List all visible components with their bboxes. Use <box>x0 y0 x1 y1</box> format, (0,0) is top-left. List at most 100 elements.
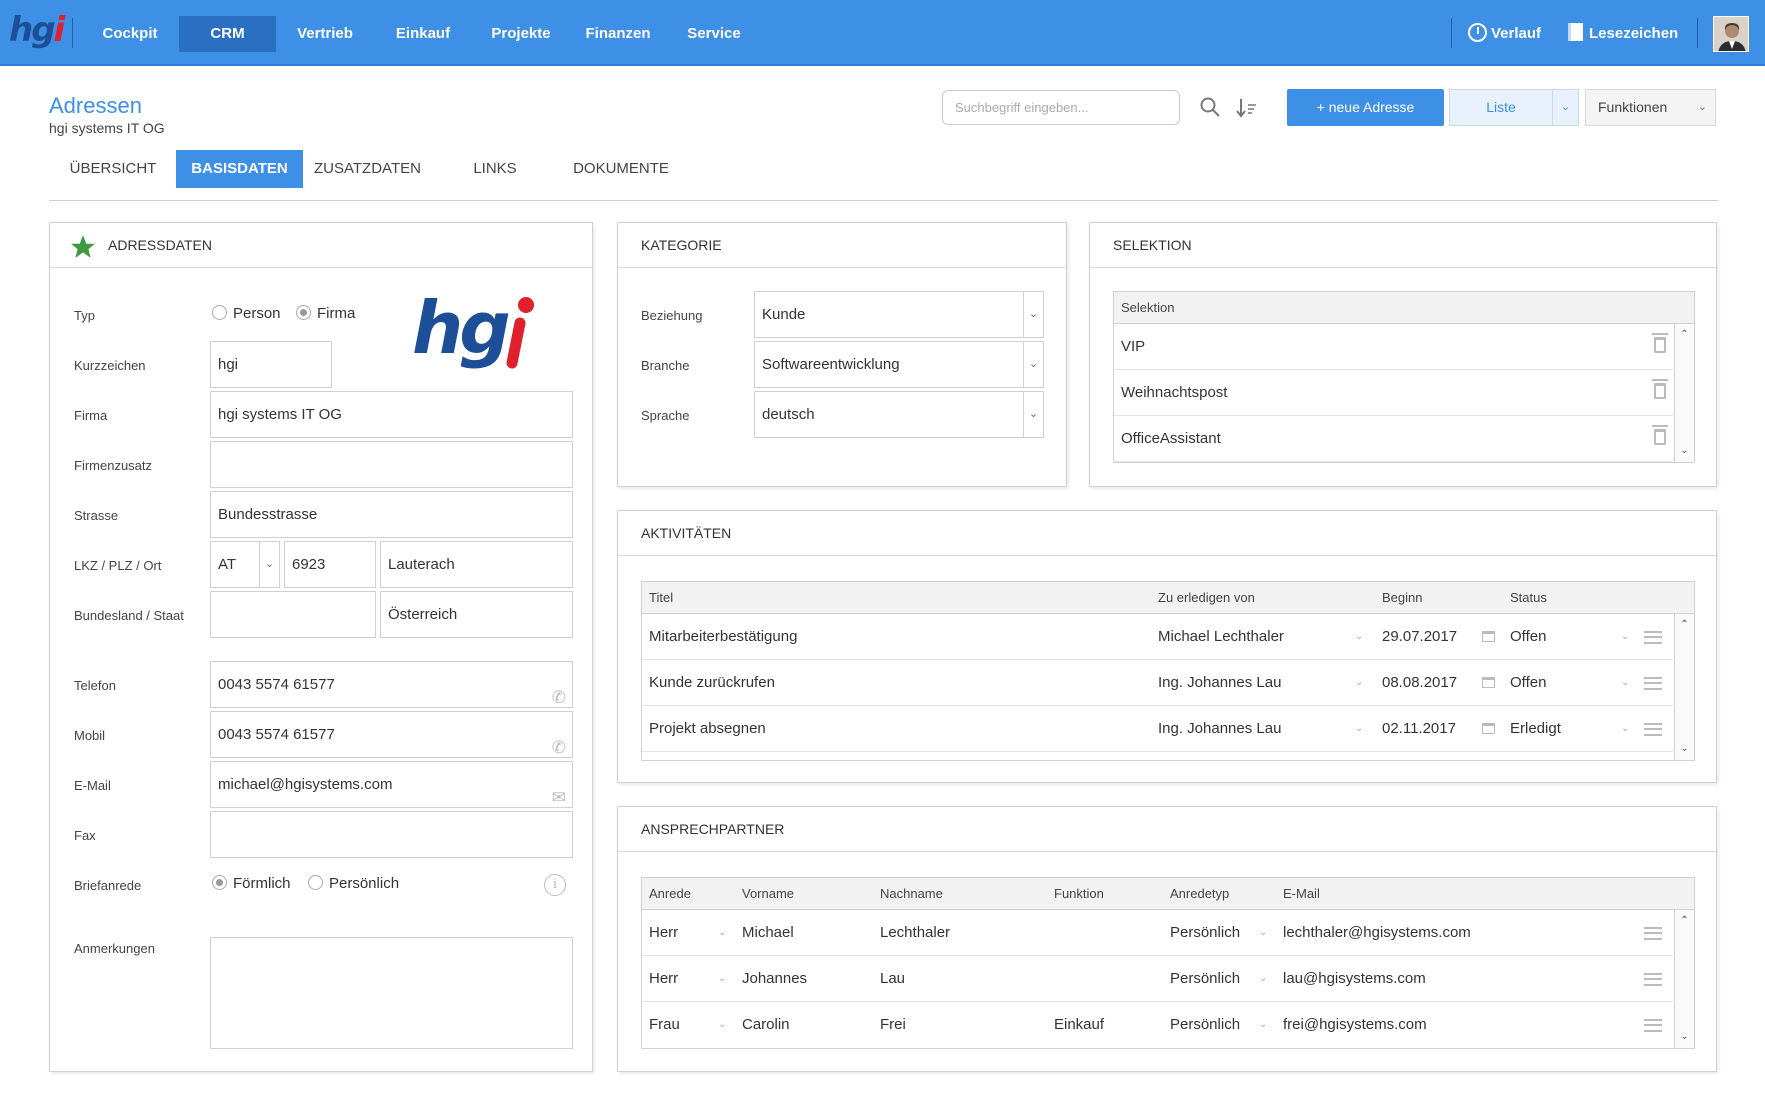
nav-item-projekte[interactable]: Projekte <box>481 16 561 52</box>
mobil-input[interactable]: 0043 5574 61577 ✆ <box>210 711 573 758</box>
tab-uebersicht[interactable]: ÜBERSICHT <box>63 150 163 188</box>
tab-links[interactable]: LINKS <box>460 150 530 188</box>
scroll-up-icon[interactable]: ⌃ <box>1675 912 1694 930</box>
chevron-down-icon[interactable]: ⌄ <box>1355 660 1363 706</box>
menu-icon[interactable] <box>1644 927 1662 940</box>
anmerkungen-textarea[interactable] <box>210 937 573 1049</box>
list-item[interactable]: OfficeAssistant <box>1114 416 1673 462</box>
table-row[interactable]: Frau ⌄ Carolin Frei Einkauf Persönlich ⌄… <box>642 1002 1673 1048</box>
chevron-down-icon[interactable]: ⌄ <box>1621 660 1629 706</box>
nav-item-einkauf[interactable]: Einkauf <box>386 16 460 52</box>
fax-input[interactable] <box>210 811 573 858</box>
list-item[interactable]: VIP <box>1114 324 1673 370</box>
staat-input[interactable]: Österreich <box>380 591 573 638</box>
search-input[interactable]: Suchbegriff eingeben... <box>942 90 1180 125</box>
table-row[interactable]: Kunde zurückrufen Ing. Johannes Lau ⌄ 08… <box>642 660 1673 706</box>
trash-icon[interactable] <box>1652 425 1668 445</box>
radio-foermlich[interactable]: Förmlich <box>212 875 291 892</box>
menu-icon[interactable] <box>1644 973 1662 986</box>
activity-begin[interactable]: 29.07.2017 <box>1382 614 1457 660</box>
contact-anrede[interactable]: Frau <box>649 1002 680 1048</box>
list-view-button[interactable]: Liste <box>1449 89 1553 126</box>
plz-input[interactable]: 6923 <box>284 541 376 588</box>
trash-icon[interactable] <box>1652 333 1668 353</box>
firma-input[interactable]: hgi systems IT OG <box>210 391 573 438</box>
chevron-down-icon[interactable]: ⌄ <box>718 956 726 1002</box>
app-logo[interactable]: hgi <box>9 10 65 50</box>
chevron-down-icon[interactable]: ⌄ <box>1259 956 1267 1002</box>
lkz-select[interactable]: AT ⌄ <box>210 541 280 588</box>
telefon-input[interactable]: 0043 5574 61577 ✆ <box>210 661 573 708</box>
sort-icon[interactable] <box>1236 97 1258 124</box>
email-input[interactable]: michael@hgisystems.com ✉ <box>210 761 573 808</box>
chevron-down-icon[interactable]: ⌄ <box>1259 910 1267 956</box>
chevron-down-icon[interactable]: ⌄ <box>718 910 726 956</box>
branche-select[interactable]: Softwareentwicklung ⌄ <box>754 341 1044 388</box>
functions-button[interactable]: Funktionen ⌄ <box>1585 89 1716 126</box>
calendar-icon[interactable] <box>1482 677 1495 688</box>
menu-icon[interactable] <box>1644 723 1662 736</box>
activity-status[interactable]: Offen <box>1510 614 1546 660</box>
menu-icon[interactable] <box>1644 677 1662 690</box>
activity-begin[interactable]: 02.11.2017 <box>1382 706 1456 752</box>
history-link[interactable]: Verlauf <box>1468 18 1541 50</box>
activity-person[interactable]: Michael Lechthaler <box>1158 614 1284 660</box>
tab-zusatzdaten[interactable]: ZUSATZDATEN <box>314 150 421 188</box>
chevron-down-icon[interactable]: ⌄ <box>718 1002 726 1048</box>
beziehung-select[interactable]: Kunde ⌄ <box>754 291 1044 338</box>
tab-basisdaten[interactable]: BASISDATEN <box>176 150 303 188</box>
scroll-down-icon[interactable]: ⌄ <box>1675 442 1694 460</box>
strasse-input[interactable]: Bundesstrasse <box>210 491 573 538</box>
radio-persoenlich[interactable]: Persönlich <box>308 875 399 892</box>
tab-dokumente[interactable]: DOKUMENTE <box>570 150 672 188</box>
scroll-up-icon[interactable]: ⌃ <box>1675 326 1694 344</box>
radio-firma[interactable]: Firma <box>296 305 355 322</box>
nav-item-vertrieb[interactable]: Vertrieb <box>289 16 361 52</box>
table-row[interactable]: Projekt absegnen Ing. Johannes Lau ⌄ 02.… <box>642 706 1673 752</box>
info-icon[interactable]: i <box>544 874 566 896</box>
radio-person[interactable]: Person <box>212 305 281 322</box>
nav-item-cockpit[interactable]: Cockpit <box>92 16 168 52</box>
activity-person[interactable]: Ing. Johannes Lau <box>1158 706 1281 752</box>
contact-anredetyp[interactable]: Persönlich <box>1170 1002 1240 1048</box>
contact-anredetyp[interactable]: Persönlich <box>1170 910 1240 956</box>
calendar-icon[interactable] <box>1482 723 1495 734</box>
chevron-down-icon[interactable]: ⌄ <box>1621 706 1629 752</box>
bundesland-input[interactable] <box>210 591 376 638</box>
bookmarks-link[interactable]: Lesezeichen <box>1568 18 1678 50</box>
activity-person[interactable]: Ing. Johannes Lau <box>1158 660 1281 706</box>
list-dropdown-chevron-icon[interactable]: ⌄ <box>1552 89 1579 126</box>
chevron-down-icon[interactable]: ⌄ <box>1259 1002 1267 1048</box>
sprache-select[interactable]: deutsch ⌄ <box>754 391 1044 438</box>
contact-anrede[interactable]: Herr <box>649 910 678 956</box>
nav-item-finanzen[interactable]: Finanzen <box>578 16 658 52</box>
chevron-down-icon[interactable]: ⌄ <box>1355 614 1363 660</box>
list-item[interactable]: Weihnachtspost <box>1114 370 1673 416</box>
star-icon[interactable] <box>70 233 96 278</box>
kurzzeichen-input[interactable]: hgi <box>210 341 332 388</box>
new-address-button[interactable]: + neue Adresse <box>1287 89 1444 126</box>
activity-begin[interactable]: 08.08.2017 <box>1382 660 1457 706</box>
scroll-down-icon[interactable]: ⌄ <box>1675 740 1694 758</box>
table-row[interactable]: Mitarbeiterbestätigung Michael Lechthale… <box>642 614 1673 660</box>
firmenzusatz-input[interactable] <box>210 441 573 488</box>
chevron-down-icon[interactable]: ⌄ <box>1621 614 1629 660</box>
search-icon[interactable] <box>1199 96 1221 123</box>
table-row[interactable]: Herr ⌄ Johannes Lau Persönlich ⌄ lau@hgi… <box>642 956 1673 1002</box>
calendar-icon[interactable] <box>1482 631 1495 642</box>
activity-status[interactable]: Offen <box>1510 660 1546 706</box>
scrollbar[interactable]: ⌃ ⌄ <box>1674 324 1694 462</box>
table-row[interactable]: Herr ⌄ Michael Lechthaler Persönlich ⌄ l… <box>642 910 1673 956</box>
scrollbar[interactable]: ⌃ ⌄ <box>1674 614 1694 760</box>
chevron-down-icon[interactable]: ⌄ <box>1355 706 1363 752</box>
ort-input[interactable]: Lauterach <box>380 541 573 588</box>
activity-status[interactable]: Erledigt <box>1510 706 1561 752</box>
nav-item-crm[interactable]: CRM <box>179 16 276 52</box>
menu-icon[interactable] <box>1644 631 1662 644</box>
menu-icon[interactable] <box>1644 1019 1662 1032</box>
user-avatar[interactable] <box>1713 16 1749 52</box>
scroll-down-icon[interactable]: ⌄ <box>1675 1028 1694 1046</box>
scroll-up-icon[interactable]: ⌃ <box>1675 616 1694 634</box>
trash-icon[interactable] <box>1652 379 1668 399</box>
contact-anrede[interactable]: Herr <box>649 956 678 1002</box>
